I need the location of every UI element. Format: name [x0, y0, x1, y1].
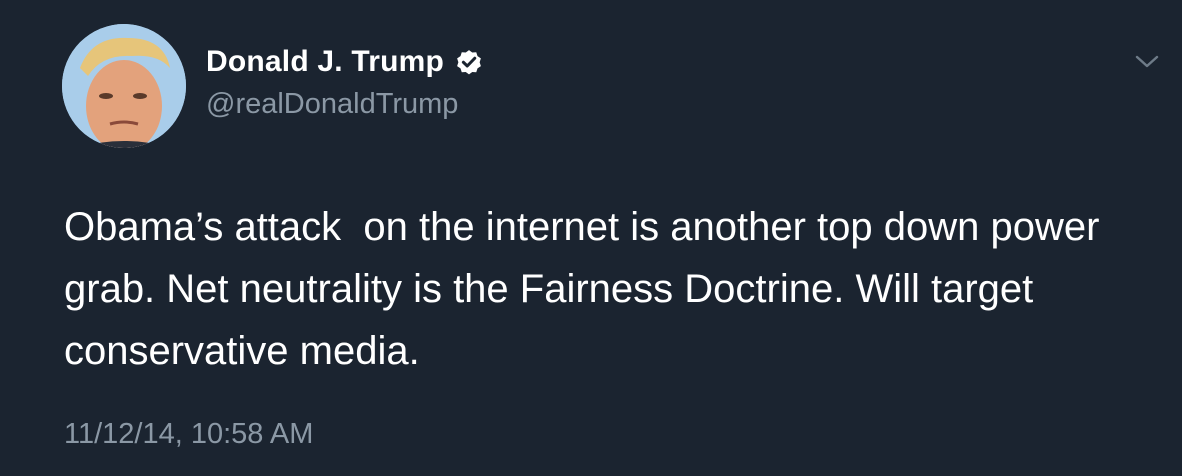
display-name[interactable]: Donald J. Trump — [206, 45, 444, 79]
chevron-down-icon[interactable] — [1132, 52, 1162, 72]
name-row: Donald J. Trump — [206, 42, 484, 82]
tweet-card: Donald J. Trump @realDonaldTrump Obama’s… — [0, 0, 1182, 476]
handle[interactable]: @realDonaldTrump — [206, 88, 484, 121]
profile-photo — [62, 24, 186, 148]
avatar[interactable] — [62, 24, 186, 148]
verified-badge-icon — [457, 50, 481, 75]
author-block: Donald J. Trump @realDonaldTrump — [206, 42, 484, 121]
tweet-text: Obama’s attack on the internet is anothe… — [64, 205, 1111, 373]
timestamp[interactable]: 11/12/14, 10:58 AM — [64, 418, 313, 451]
